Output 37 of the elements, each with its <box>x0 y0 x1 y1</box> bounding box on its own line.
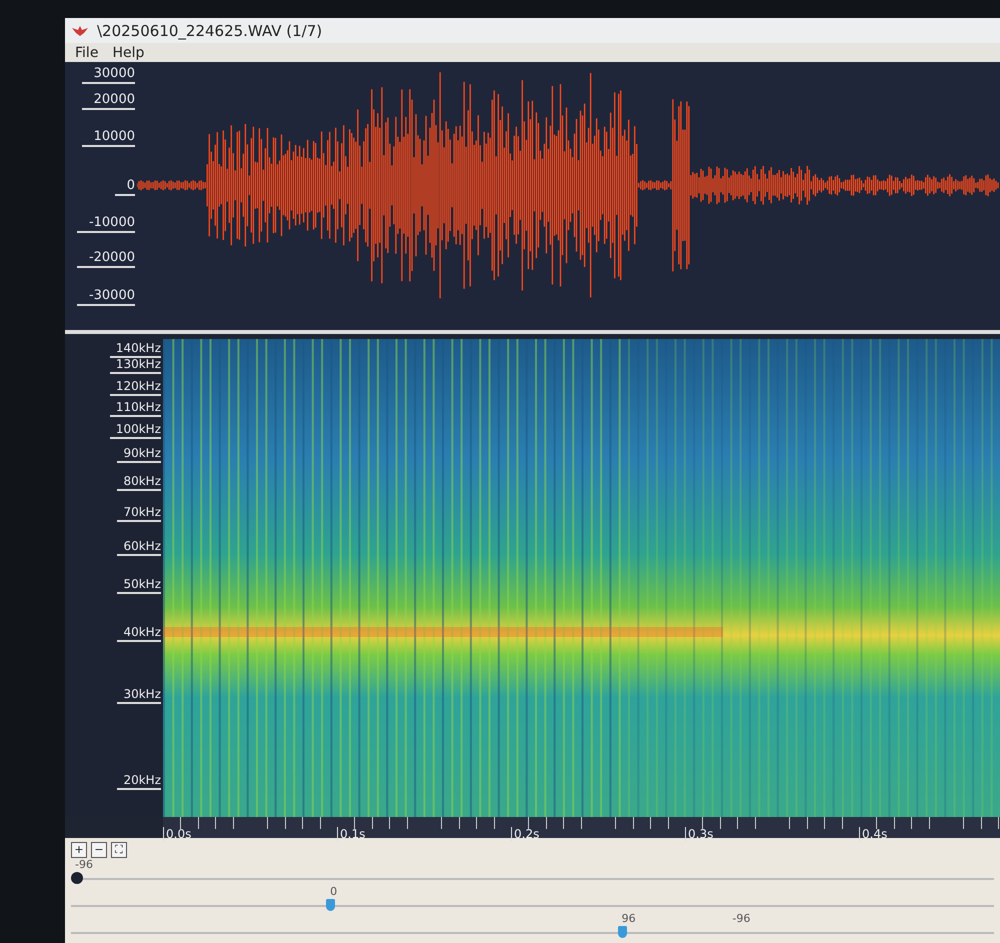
menu-item[interactable]: Help <box>112 44 144 61</box>
slider-label: 0 <box>330 885 338 898</box>
axis-label: 50kHz <box>117 577 161 594</box>
slider-label: -96 <box>75 858 93 871</box>
zoom-button[interactable]: ⛶ <box>111 842 127 858</box>
axis-label: 130kHz <box>110 357 161 374</box>
axis-label: 30kHz <box>117 687 161 704</box>
axis-label: 10000 <box>82 129 135 148</box>
zoom-button[interactable]: − <box>91 842 107 858</box>
slider-thumb[interactable] <box>71 872 83 884</box>
axis-label: 110kHz <box>110 400 161 418</box>
slider-label: 96 <box>622 912 636 925</box>
axis-label: 140kHz <box>110 341 161 358</box>
axis-label: -30000 <box>76 288 135 306</box>
slider-thumb[interactable] <box>618 926 627 938</box>
axis-label: 60kHz <box>117 538 161 556</box>
axis-label: 20000 <box>82 92 135 110</box>
axis-label: -10000 <box>76 215 135 234</box>
axis-label: 90kHz <box>117 446 161 463</box>
window-title: \20250610_224625.WAV (1/7) <box>97 22 322 40</box>
slider[interactable]: 96 -96 <box>71 912 994 939</box>
axis-label: 80kHz <box>117 474 161 492</box>
axis-label: -20000 <box>76 250 135 268</box>
axis-label: 20kHz <box>117 773 161 790</box>
zoom-button[interactable]: + <box>71 842 87 858</box>
bat-icon <box>71 24 89 38</box>
menu-item[interactable]: File <box>75 44 98 61</box>
slider-label: -96 <box>732 912 750 925</box>
slider[interactable]: -96 <box>71 858 994 885</box>
axis-label: 70kHz <box>117 505 161 522</box>
axis-label: 100kHz <box>110 422 161 439</box>
slider[interactable]: 0 <box>71 885 994 912</box>
slider-thumb[interactable] <box>326 899 336 911</box>
axis-label: 120kHz <box>110 378 161 396</box>
axis-label: 0 <box>114 178 135 196</box>
axis-label: 30000 <box>82 66 135 84</box>
axis-label: 40kHz <box>117 624 161 642</box>
